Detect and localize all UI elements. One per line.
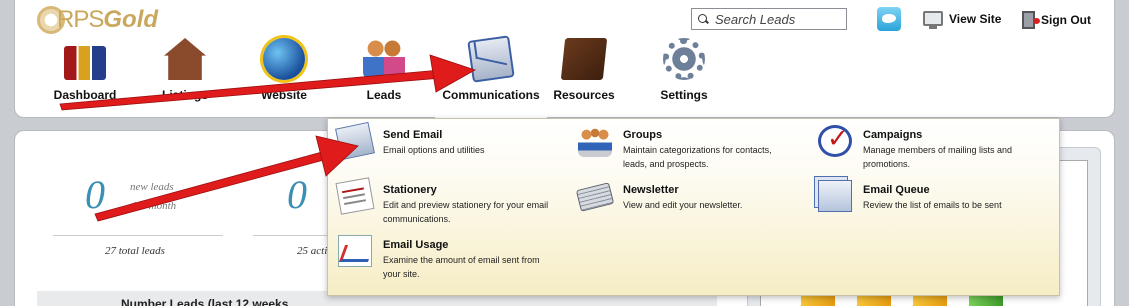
- sign-out-link[interactable]: Sign Out: [1022, 11, 1091, 29]
- menu-email-queue[interactable]: Email Queue Review the list of emails to…: [808, 176, 1038, 228]
- search-icon[interactable]: [698, 13, 709, 25]
- menu-groups-desc: Maintain categorizations for contacts, l…: [623, 145, 772, 169]
- nav-website-label: Website: [261, 88, 307, 102]
- search-leads-input[interactable]: [715, 11, 843, 27]
- nav-settings-label: Settings: [660, 88, 708, 102]
- menu-campaigns-title: Campaigns: [863, 129, 923, 141]
- menu-stationery-desc: Edit and preview stationery for your ema…: [383, 200, 549, 224]
- total-leads-label[interactable]: 27 total leads: [105, 245, 165, 257]
- envelope-icon: [467, 35, 515, 83]
- nav-resources-label: Resources: [553, 88, 615, 102]
- communications-dropdown: Send Email Email options and utilities S…: [327, 118, 1060, 296]
- menu-email-queue-desc: Review the list of emails to be sent: [863, 200, 1002, 210]
- nav-dashboard-label: Dashboard: [53, 88, 117, 102]
- exit-door-icon: [1022, 11, 1040, 29]
- logo-rps-text: RPS: [57, 6, 104, 33]
- logo-gold-text: Gold: [103, 6, 159, 33]
- menu-stationery-title: Stationery: [383, 184, 437, 196]
- new-leads-caption-line2: this month: [130, 200, 177, 212]
- menu-email-usage[interactable]: Email Usage Examine the amount of email …: [328, 231, 558, 283]
- stacked-envelopes-icon: [818, 180, 852, 212]
- menu-newsletter-title: Newsletter: [623, 184, 679, 196]
- send-email-icon: [335, 121, 375, 161]
- people-icon: [363, 38, 405, 80]
- menu-send-email-desc: Email options and utilities: [383, 145, 485, 155]
- menu-send-email-title: Send Email: [383, 129, 443, 141]
- nav-website[interactable]: Website: [234, 38, 334, 102]
- menu-campaigns-desc: Manage members of mailing lists and prom…: [863, 145, 1013, 169]
- active-total-label[interactable]: 25 acti: [297, 245, 327, 257]
- nav-listings[interactable]: Listings: [135, 38, 235, 102]
- gear-icon: [663, 38, 705, 80]
- menu-email-usage-desc: Examine the amount of email sent from yo…: [383, 255, 540, 279]
- divider: [53, 235, 223, 236]
- menu-email-queue-title: Email Queue: [863, 184, 930, 196]
- menu-email-usage-title: Email Usage: [383, 239, 449, 251]
- view-site-label: View Site: [949, 11, 1002, 26]
- menu-stationery[interactable]: Stationery Edit and preview stationery f…: [328, 176, 558, 228]
- menu-campaigns[interactable]: Campaigns Manage members of mailing list…: [808, 121, 1038, 173]
- nav-leads-label: Leads: [366, 88, 402, 102]
- checkmark-target-icon: [818, 124, 852, 157]
- menu-send-email[interactable]: Send Email Email options and utilities: [328, 121, 558, 173]
- new-leads-stat: 0: [85, 171, 105, 218]
- nav-leads[interactable]: Leads: [334, 38, 434, 102]
- leads-chart-heading-label: Number Leads (last 12 weeks: [121, 297, 289, 306]
- menu-newsletter[interactable]: Newsletter View and edit your newsletter…: [568, 176, 798, 228]
- top-header: RPS Gold View Site Sign Out Dashboard Li…: [14, 0, 1115, 118]
- globe-icon: [263, 38, 305, 80]
- nav-communications-label: Communications: [442, 88, 540, 102]
- nav-resources[interactable]: Resources: [534, 38, 634, 102]
- menu-groups[interactable]: Groups Maintain categorizations for cont…: [568, 121, 798, 173]
- active-stat: 0: [287, 171, 307, 218]
- new-leads-count: 0: [85, 172, 105, 217]
- email-usage-chart-icon: [338, 235, 372, 267]
- twitter-icon[interactable]: [877, 7, 901, 31]
- active-count: 0: [287, 172, 307, 217]
- nav-listings-label: Listings: [161, 88, 208, 102]
- newspaper-icon: [575, 182, 615, 212]
- nav-communications[interactable]: Communications: [435, 35, 547, 118]
- search-leads-box: [691, 8, 847, 30]
- view-site-link[interactable]: View Site: [923, 11, 1002, 29]
- sign-out-label: Sign Out: [1041, 13, 1091, 27]
- book-icon: [560, 38, 608, 80]
- menu-newsletter-desc: View and edit your newsletter.: [623, 200, 743, 210]
- monitor-icon: [923, 11, 943, 29]
- stationery-icon: [335, 177, 375, 215]
- groups-people-icon: [578, 125, 612, 157]
- divider: [253, 235, 333, 236]
- main-nav: Dashboard Listings Website Leads Communi…: [15, 35, 1114, 118]
- new-leads-caption: new leads this month: [130, 178, 176, 216]
- menu-groups-title: Groups: [623, 129, 663, 141]
- house-icon: [164, 38, 206, 80]
- nav-dashboard[interactable]: Dashboard: [35, 38, 135, 102]
- new-leads-caption-line1: new leads: [130, 181, 174, 193]
- nav-settings[interactable]: Settings: [634, 38, 734, 102]
- bar-chart-icon: [64, 46, 106, 80]
- rpsgold-logo[interactable]: RPS Gold: [37, 6, 158, 34]
